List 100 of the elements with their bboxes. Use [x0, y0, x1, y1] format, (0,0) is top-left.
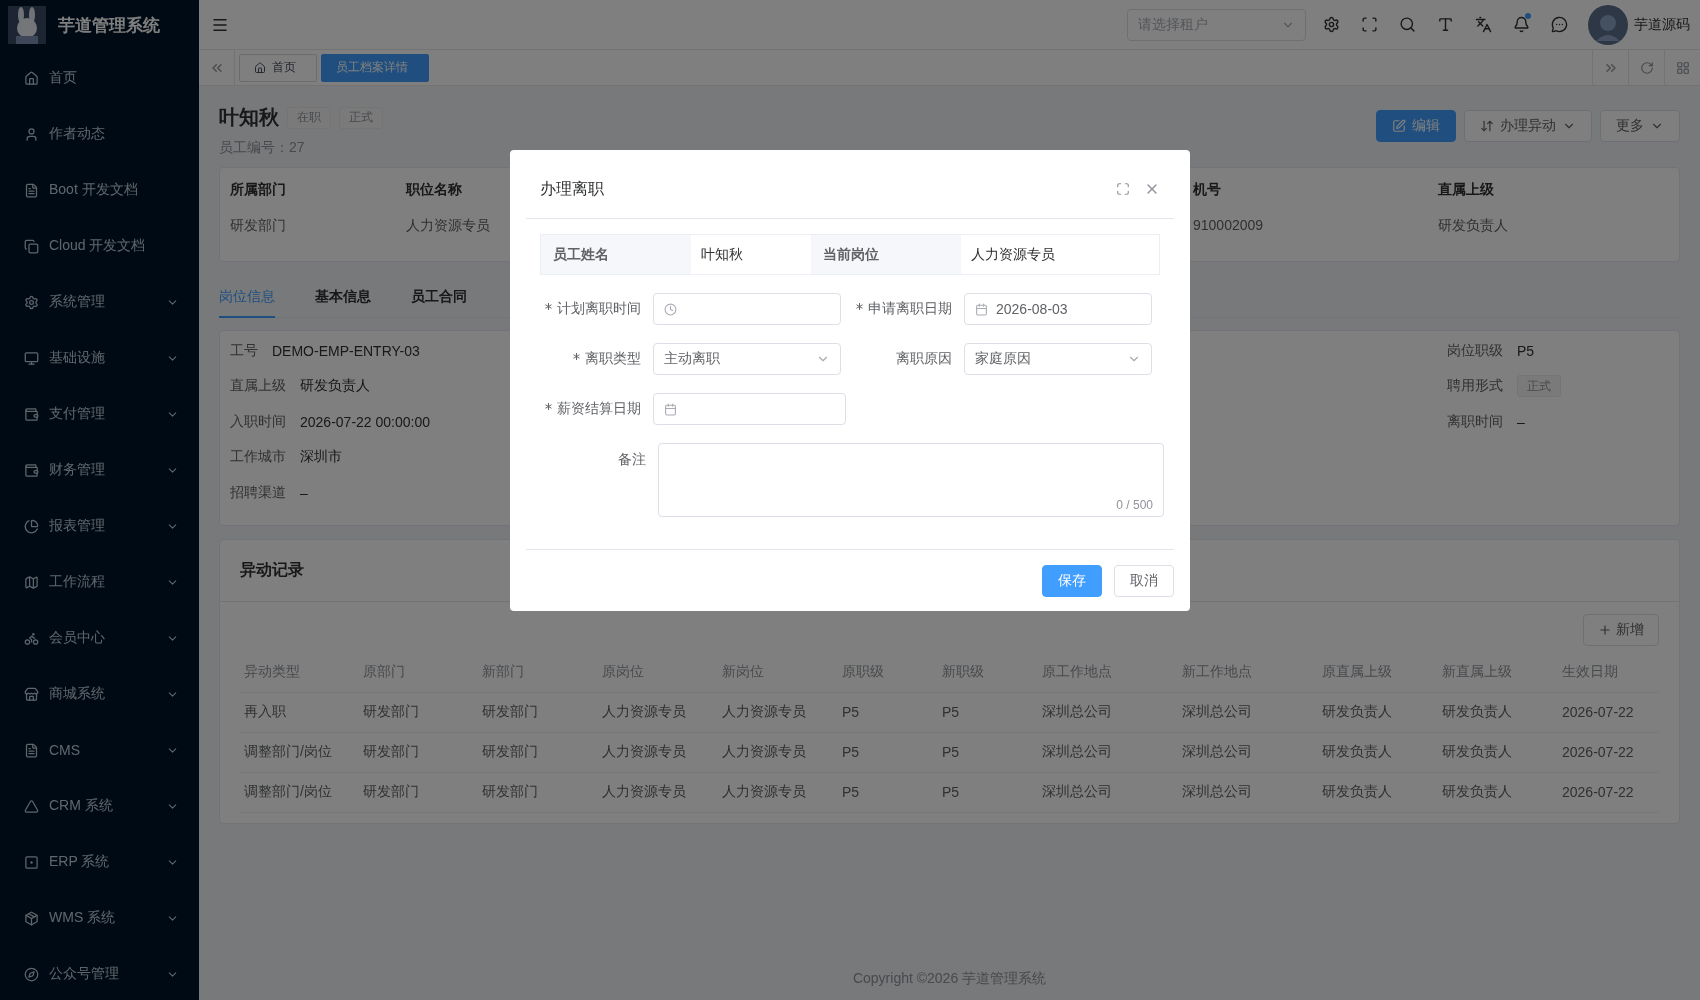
form-label: 离职原因 [895, 350, 953, 368]
form-label: 申请离职日期 [846, 300, 964, 318]
select-field[interactable]: 家庭原因 [964, 343, 1152, 375]
field-value: – [300, 484, 308, 501]
sidebar-item[interactable]: 公众号管理 [0, 946, 199, 1000]
field-value: DEMO-EMP-ENTRY-03 [272, 342, 420, 359]
sidebar-item[interactable]: 工作流程 [0, 554, 199, 610]
tab[interactable]: 岗位信息 [219, 282, 275, 318]
table-cell: P5 [938, 692, 1038, 732]
time-field[interactable] [653, 293, 841, 325]
edit-button[interactable]: 编辑 [1376, 110, 1456, 142]
maximize-icon[interactable] [1116, 182, 1130, 196]
page-tab[interactable]: 首页 [239, 53, 317, 82]
grid-icon[interactable] [1675, 60, 1690, 75]
store-icon [24, 686, 39, 702]
wallet-icon [24, 462, 39, 478]
transfer-icon [1480, 119, 1494, 133]
info-value: 人力资源专员 [970, 244, 1056, 264]
logo-icon [8, 6, 46, 44]
remark-textarea[interactable]: 0 / 500 [658, 443, 1164, 517]
settings-icon[interactable] [1322, 16, 1340, 33]
triangle-icon [24, 798, 39, 814]
bell-icon[interactable] [1512, 16, 1530, 33]
refresh-icon[interactable] [1639, 60, 1654, 75]
sidebar-item[interactable]: 系统管理 [0, 274, 199, 330]
map-icon [24, 574, 39, 590]
sidebar-item[interactable]: 支付管理 [0, 386, 199, 442]
table-cell: 人力资源专员 [598, 772, 718, 812]
field-value: P5 [1517, 342, 1535, 359]
sidebar-item[interactable]: 报表管理 [0, 498, 199, 554]
summary-value: 研发负责人 [1438, 217, 1508, 235]
app-title: 芋道管理系统 [58, 14, 160, 37]
dropdown-button[interactable]: 办理异动 [1464, 110, 1592, 142]
sidebar-item[interactable]: 基础设施 [0, 330, 199, 386]
calendar-icon [975, 302, 988, 316]
sidebar-item[interactable]: Boot 开发文档 [0, 162, 199, 218]
sidebar-item[interactable]: CMS [0, 722, 199, 778]
summary-label: 直属上级 [1438, 181, 1494, 199]
table-cell: 调整部门/岗位 [240, 732, 359, 772]
table-cell: 研发部门 [478, 732, 598, 772]
document-icon [24, 182, 39, 198]
user-name[interactable]: 芋道源码 [1634, 15, 1690, 34]
table-cell: 研发部门 [478, 772, 598, 812]
table-cell: 人力资源专员 [718, 732, 838, 772]
avatar-icon[interactable] [1588, 4, 1628, 45]
field-value: 研发负责人 [300, 377, 370, 396]
table-cell: 研发部门 [478, 692, 598, 732]
sidebar-item[interactable]: 会员中心 [0, 610, 199, 666]
save-button[interactable]: 保存 [1042, 564, 1102, 597]
summary-label: 职位名称 [406, 181, 462, 199]
add-button[interactable]: 新增 [1583, 614, 1659, 646]
table-cell: 人力资源专员 [718, 692, 838, 732]
field-label: 聘用形式 [1447, 377, 1503, 396]
monitor-icon [24, 350, 39, 366]
date-field[interactable]: 2026-08-03 [964, 293, 1152, 325]
sidebar-item[interactable]: WMS 系统 [0, 890, 199, 946]
form-label: 计划离职时间 [540, 300, 653, 318]
translate-icon[interactable] [1474, 16, 1492, 33]
info-value: 叶知秋 [700, 244, 744, 264]
table-cell: 调整部门/岗位 [240, 772, 359, 812]
edit-icon [1392, 119, 1406, 133]
field-value: – [1517, 413, 1525, 430]
cancel-button[interactable]: 取消 [1114, 564, 1174, 597]
table-cell: 深圳总公司 [1178, 732, 1318, 772]
sidebar-item[interactable]: 商城系统 [0, 666, 199, 722]
page-tab[interactable]: 员工档案详情 [321, 53, 429, 82]
table-cell: 研发负责人 [1318, 772, 1438, 812]
compass-icon [24, 966, 39, 982]
table-cell: 深圳总公司 [1178, 772, 1318, 812]
select-field[interactable]: 主动离职 [653, 343, 841, 375]
more-button[interactable]: 更多 [1600, 110, 1680, 142]
chat-icon[interactable] [1550, 16, 1568, 33]
tab[interactable]: 员工合同 [411, 282, 467, 318]
form-label: 离职类型 [540, 350, 653, 368]
field-label: 入职时间 [230, 412, 286, 431]
sidebar-item[interactable]: 首页 [0, 50, 199, 106]
table-cell: 人力资源专员 [718, 772, 838, 812]
font-size-icon[interactable] [1436, 16, 1454, 33]
fullscreen-icon[interactable] [1360, 16, 1378, 33]
search-icon[interactable] [1398, 16, 1416, 33]
sidebar-item[interactable]: ERP 系统 [0, 834, 199, 890]
tab[interactable]: 基本信息 [315, 282, 371, 318]
table-cell: 研发部门 [359, 732, 478, 772]
section-title: 异动记录 [240, 560, 304, 580]
gear-icon [24, 294, 39, 310]
date-field[interactable] [653, 393, 846, 425]
plus-icon [1598, 623, 1612, 637]
table-cell: 研发负责人 [1438, 732, 1558, 772]
table-cell: 研发负责人 [1318, 732, 1438, 772]
sidebar-item[interactable]: 财务管理 [0, 442, 199, 498]
copy-icon [24, 238, 39, 254]
calendar-icon [664, 402, 677, 416]
sidebar-item[interactable]: Cloud 开发文档 [0, 218, 199, 274]
square-icon [24, 854, 39, 870]
sidebar-item[interactable]: CRM 系统 [0, 778, 199, 834]
table-cell: 再入职 [240, 692, 359, 732]
summary-value: 研发部门 [230, 217, 286, 235]
table-cell: P5 [938, 772, 1038, 812]
field-label: 工号 [230, 341, 258, 360]
sidebar-item[interactable]: 作者动态 [0, 106, 199, 162]
